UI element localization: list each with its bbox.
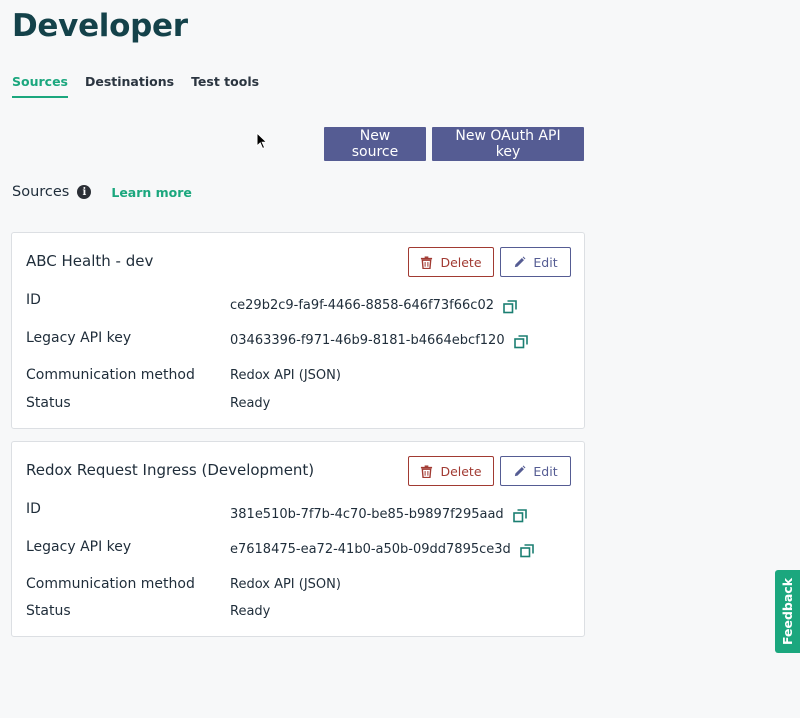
legacy-api-key-text: 03463396-f971-46b9-8181-b4664ebcf120 (230, 332, 505, 348)
new-source-button[interactable]: New source (324, 127, 426, 161)
source-card: Redox Request Ingress (Development) Dele… (11, 441, 585, 637)
source-name: ABC Health - dev (26, 252, 154, 270)
trash-icon (421, 255, 433, 269)
id-text: 381e510b-7f7b-4c70-be85-b9897f295aad (230, 506, 504, 522)
source-name: Redox Request Ingress (Development) (26, 461, 315, 479)
trash-icon (421, 464, 433, 478)
edit-label: Edit (533, 254, 558, 270)
page-title: Developer (12, 8, 188, 44)
source-card: ABC Health - dev Delete Edit ID ce29b2c9… (11, 232, 585, 429)
tab-bar: Sources Destinations Test tools (12, 74, 259, 98)
delete-label: Delete (440, 254, 482, 270)
id-text: ce29b2c9-fa9f-4466-8858-646f73f66c02 (230, 297, 494, 313)
cursor-icon (256, 132, 268, 150)
feedback-button[interactable]: Feedback (775, 570, 800, 653)
edit-label: Edit (533, 463, 558, 479)
id-value: 381e510b-7f7b-4c70-be85-b9897f295aad (230, 505, 527, 523)
communication-method-value: Redox API (JSON) (230, 368, 341, 383)
legacy-api-key-value: e7618475-ea72-41b0-a50b-09dd7895ce3d (230, 540, 534, 558)
sources-heading-label: Sources (12, 184, 70, 200)
delete-button[interactable]: Delete (408, 456, 494, 486)
new-oauth-api-key-button[interactable]: New OAuth API key (432, 127, 584, 161)
copy-icon[interactable] (512, 509, 527, 523)
tab-sources[interactable]: Sources (12, 74, 68, 98)
tab-destinations[interactable]: Destinations (85, 74, 174, 98)
edit-button[interactable]: Edit (500, 456, 571, 486)
copy-icon[interactable] (503, 300, 517, 314)
delete-button[interactable]: Delete (408, 247, 494, 277)
status-value: Ready (230, 604, 271, 619)
feedback-label: Feedback (780, 577, 796, 646)
legacy-api-key-value: 03463396-f971-46b9-8181-b4664ebcf120 (230, 331, 528, 349)
info-icon[interactable]: i (77, 185, 92, 199)
status-label: Status (26, 395, 71, 411)
communication-method-label: Communication method (26, 576, 195, 592)
legacy-api-key-label: Legacy API key (26, 330, 132, 346)
id-label: ID (26, 501, 41, 517)
communication-method-value: Redox API (JSON) (230, 577, 341, 592)
status-value: Ready (230, 396, 271, 411)
communication-method-label: Communication method (26, 367, 195, 383)
learn-more-link[interactable]: Learn more (111, 185, 192, 200)
id-label: ID (26, 292, 41, 308)
status-label: Status (26, 603, 71, 619)
pencil-icon (515, 256, 526, 267)
copy-icon[interactable] (519, 544, 534, 558)
pencil-icon (515, 465, 526, 476)
copy-icon[interactable] (513, 335, 528, 349)
legacy-api-key-label: Legacy API key (26, 539, 132, 555)
sources-heading: Sources i Learn more (12, 184, 192, 200)
legacy-api-key-text: e7618475-ea72-41b0-a50b-09dd7895ce3d (230, 541, 511, 557)
edit-button[interactable]: Edit (500, 247, 571, 277)
id-value: ce29b2c9-fa9f-4466-8858-646f73f66c02 (230, 296, 517, 314)
delete-label: Delete (440, 463, 482, 479)
tab-test-tools[interactable]: Test tools (191, 74, 259, 98)
